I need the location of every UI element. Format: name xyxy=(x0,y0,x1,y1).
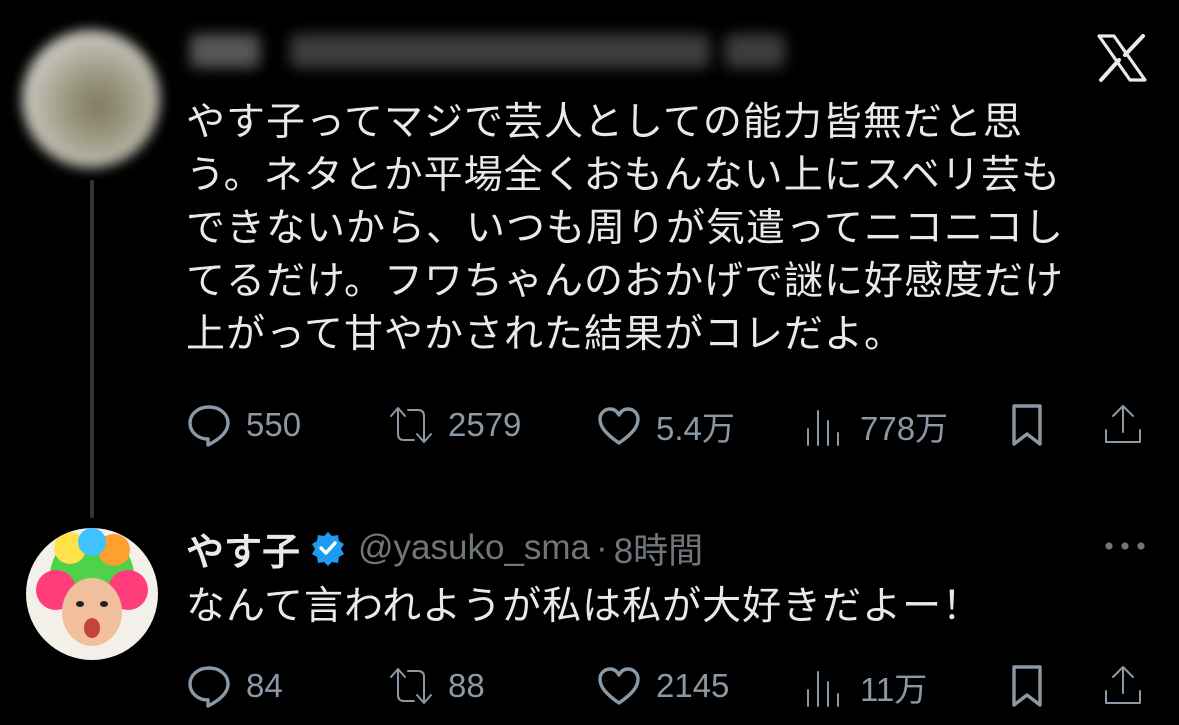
share-button[interactable] xyxy=(1100,402,1146,448)
timestamp[interactable]: 8時間 xyxy=(614,523,703,574)
bookmark-button[interactable] xyxy=(1004,402,1050,448)
redacted-display-name xyxy=(190,34,260,68)
tweet-actions: 550 2579 5.4万 778万 xyxy=(186,402,1146,452)
redacted-handle xyxy=(290,34,710,68)
repost-button[interactable]: 2579 xyxy=(388,402,521,448)
user-handle[interactable]: @yasuko_sma xyxy=(358,528,590,568)
verified-badge-icon xyxy=(312,532,345,566)
share-icon xyxy=(1105,666,1141,704)
views-chart-icon xyxy=(807,410,839,446)
reply-header: やす子 @yasuko_sma · 8時間 xyxy=(186,523,703,574)
reply-icon xyxy=(188,666,230,708)
views-chart-icon xyxy=(807,671,839,707)
repost-icon xyxy=(390,407,432,443)
avatar-blurred[interactable] xyxy=(22,30,160,168)
views-button[interactable]: 11万 xyxy=(800,663,927,711)
like-count: 2145 xyxy=(656,667,730,704)
avatar-yasuko[interactable] xyxy=(26,528,158,660)
share-button[interactable] xyxy=(1100,663,1146,709)
tweet-actions: 84 88 2145 11万 xyxy=(186,663,1146,713)
more-options-icon[interactable] xyxy=(1103,536,1147,556)
like-button[interactable]: 2145 xyxy=(596,663,729,709)
x-logo-icon[interactable] xyxy=(1096,34,1148,82)
tweet-text: なんて言われようが私は私が大好きだよー！ xyxy=(186,584,983,629)
meta-separator: · xyxy=(596,528,608,567)
like-button[interactable]: 5.4万 xyxy=(596,402,735,450)
bookmark-icon xyxy=(1012,404,1042,446)
repost-count: 88 xyxy=(448,667,485,704)
heart-icon xyxy=(598,407,640,445)
views-button[interactable]: 778万 xyxy=(800,402,948,450)
repost-count: 2579 xyxy=(448,406,522,443)
share-icon xyxy=(1105,405,1141,443)
bookmark-icon xyxy=(1012,665,1042,707)
heart-icon xyxy=(598,667,640,705)
tweet-text: やす子ってマジで芸人としての能力皆無だと思 う。ネタとか平場全くおもんない上にス… xyxy=(186,100,1065,357)
views-count: 11万 xyxy=(860,671,928,708)
reply-button[interactable]: 550 xyxy=(186,402,301,448)
repost-button[interactable]: 88 xyxy=(388,663,485,709)
thread-connector-line xyxy=(90,180,94,518)
display-name[interactable]: やす子 xyxy=(186,521,300,576)
like-count: 5.4万 xyxy=(656,410,735,447)
redacted-timestamp xyxy=(725,34,785,68)
reply-count: 550 xyxy=(246,406,302,443)
repost-icon xyxy=(390,668,432,704)
views-count: 778万 xyxy=(860,410,949,447)
reply-count: 84 xyxy=(246,667,283,704)
reply-button[interactable]: 84 xyxy=(186,663,283,709)
reply-icon xyxy=(188,405,230,447)
bookmark-button[interactable] xyxy=(1004,663,1050,709)
